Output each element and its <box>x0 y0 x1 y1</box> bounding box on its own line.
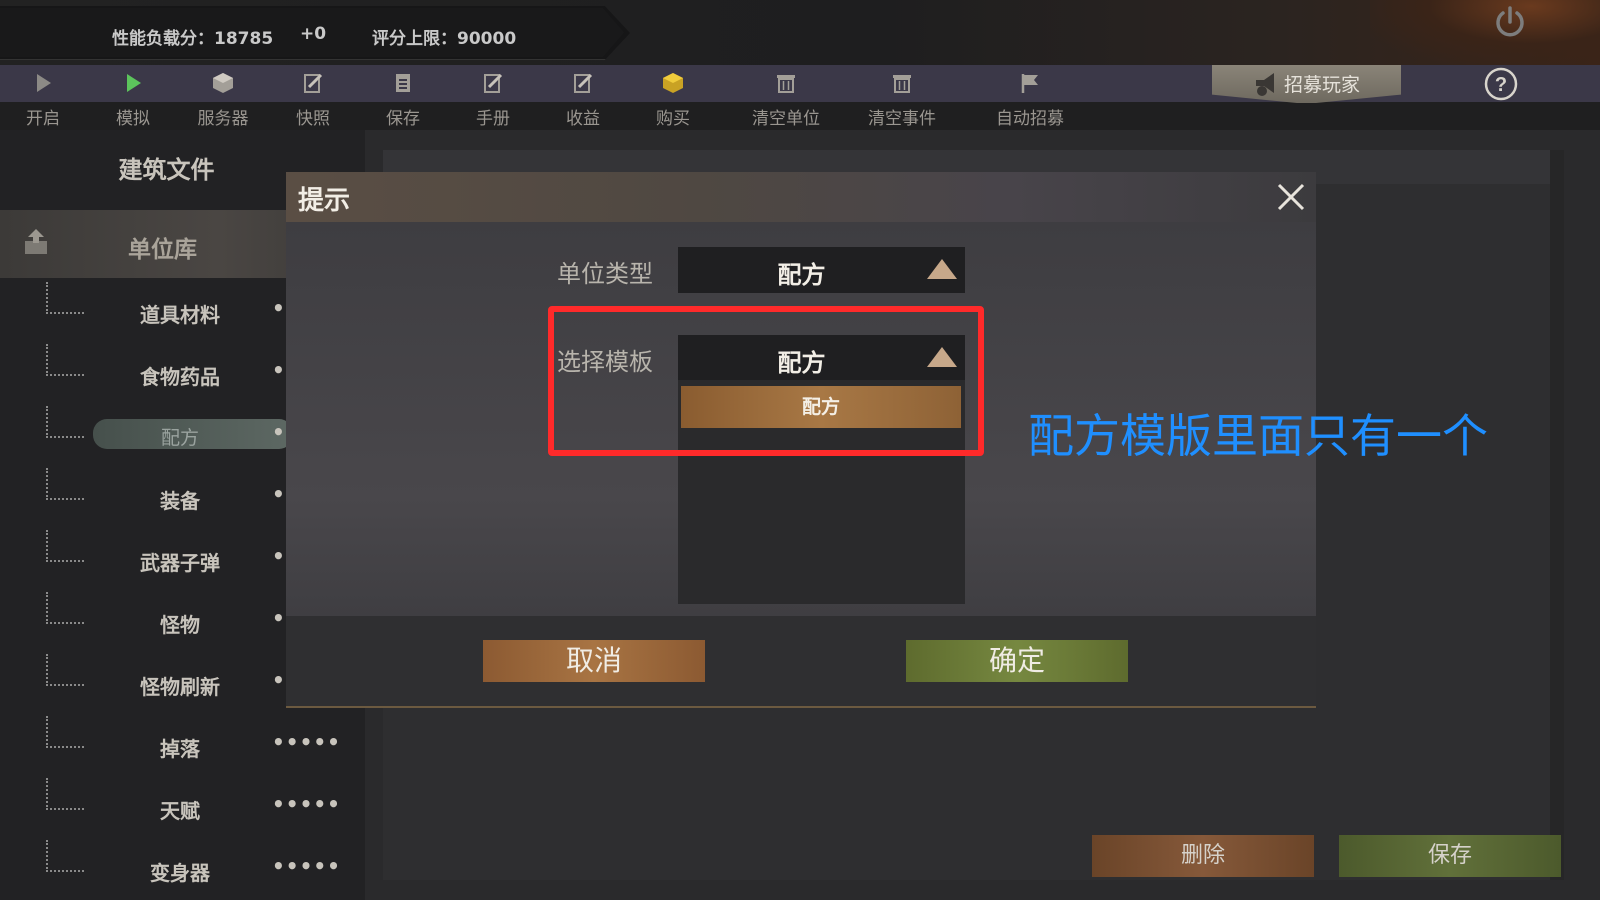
sidebar-unit-library-label: 单位库 <box>128 237 197 263</box>
top-bar-glow <box>1370 0 1600 65</box>
play-icon <box>37 74 51 92</box>
power-icon[interactable] <box>1492 4 1528 40</box>
triangle-up-icon <box>927 259 957 279</box>
export-icon <box>25 229 47 254</box>
score-limit: 评分上限：90000 <box>372 29 517 49</box>
trash-icon <box>777 75 795 93</box>
tree-connector <box>46 778 84 810</box>
sidebar-item-label: 怪物 <box>160 613 200 637</box>
trash-icon <box>893 75 911 93</box>
sidebar-item-more[interactable]: ••••• <box>272 792 341 816</box>
delete-button[interactable]: 删除 <box>1092 835 1314 877</box>
help-icon[interactable]: ? <box>1483 66 1519 102</box>
toolbar-simulate-button[interactable]: 模拟 <box>98 70 168 129</box>
tree-connector <box>46 282 84 314</box>
performance-load-score: 性能负载分：18785 <box>112 29 274 49</box>
sidebar-item-label: 怪物刷新 <box>140 675 220 699</box>
toolbar-start-button[interactable]: 开启 <box>8 70 78 129</box>
toolbar-buy-label: 购买 <box>656 109 690 129</box>
close-icon[interactable] <box>1274 180 1308 214</box>
toolbar-clear-units-label: 清空单位 <box>752 109 820 129</box>
sidebar-item-label: 武器子弹 <box>140 551 220 575</box>
sidebar-item-more[interactable]: ••••• <box>272 854 341 878</box>
sidebar-item-label: 装备 <box>160 489 200 513</box>
megaphone-icon <box>1256 73 1274 96</box>
dialog-footer <box>286 616 1316 708</box>
tree-connector <box>46 406 84 438</box>
recruit-players-label: 招募玩家 <box>1284 74 1361 96</box>
sidebar-item-label: 天赋 <box>160 799 200 823</box>
annotation-highlight-box <box>548 306 984 456</box>
cube-gold-icon <box>663 73 683 93</box>
sidebar-item-label: 配方 <box>160 427 199 449</box>
cube-icon <box>213 73 233 93</box>
cancel-button[interactable]: 取消 <box>483 640 705 682</box>
sidebar-item-label: 变身器 <box>150 861 210 885</box>
play-green-icon <box>127 74 141 92</box>
recruit-players-button[interactable]: 招募玩家 <box>1212 65 1401 103</box>
tree-connector <box>46 592 84 624</box>
dialog-header: 提示 <box>286 172 1316 222</box>
flag-icon <box>1021 74 1038 93</box>
dialog-title: 提示 <box>298 186 351 216</box>
save-button[interactable]: 保存 <box>1339 835 1561 877</box>
toolbar-clear-events-label: 清空事件 <box>868 109 936 129</box>
toolbar-auto-recruit-label: 自动招募 <box>996 109 1064 129</box>
toolbar-server-button[interactable]: 服务器 <box>188 70 258 129</box>
toolbar-clear-events-button[interactable]: 清空事件 <box>867 70 937 129</box>
annotation-text: 配方模版里面只有一个 <box>1028 409 1488 463</box>
tree-connector <box>46 530 84 562</box>
edit-icon <box>484 73 503 93</box>
toolbar-snapshot-button[interactable]: 快照 <box>278 70 348 129</box>
edit-icon <box>304 73 323 93</box>
sidebar-item-more[interactable]: ••••• <box>272 730 341 754</box>
tree-connector <box>46 654 84 686</box>
performance-delta: +0 <box>300 24 327 44</box>
sidebar-title: 建筑文件 <box>118 156 215 184</box>
toolbar-clear-units-button[interactable]: 清空单位 <box>751 70 821 129</box>
unit-type-label: 单位类型 <box>557 260 653 288</box>
toolbar-revenue-button[interactable]: 收益 <box>548 70 618 129</box>
sidebar-item-label: 食物药品 <box>140 365 220 389</box>
unit-type-value: 配方 <box>777 261 826 289</box>
sidebar-item-transformer[interactable]: 变身器 ••••• <box>0 840 365 890</box>
sidebar-item-label: 道具材料 <box>140 303 220 327</box>
sidebar-item-label: 掉落 <box>160 737 200 761</box>
tree-connector <box>46 716 84 748</box>
tree-connector <box>46 468 84 500</box>
tree-connector <box>46 840 84 872</box>
toolbar-manual-button[interactable]: 手册 <box>458 70 528 129</box>
document-icon <box>396 74 410 92</box>
main-panel-edge <box>1550 150 1564 880</box>
toolbar-buy-button[interactable]: 购买 <box>638 70 708 129</box>
confirm-button[interactable]: 确定 <box>906 640 1128 682</box>
svg-text:?: ? <box>1495 74 1507 96</box>
toolbar-auto-recruit-button[interactable]: 自动招募 <box>995 70 1065 129</box>
sidebar-item-drops[interactable]: 掉落 ••••• <box>0 716 365 766</box>
tree-connector <box>46 344 84 376</box>
unit-type-select[interactable]: 配方 <box>678 247 965 293</box>
edit-icon <box>574 73 593 93</box>
toolbar-save-button[interactable]: 保存 <box>368 70 438 129</box>
sidebar-item-talents[interactable]: 天赋 ••••• <box>0 778 365 828</box>
